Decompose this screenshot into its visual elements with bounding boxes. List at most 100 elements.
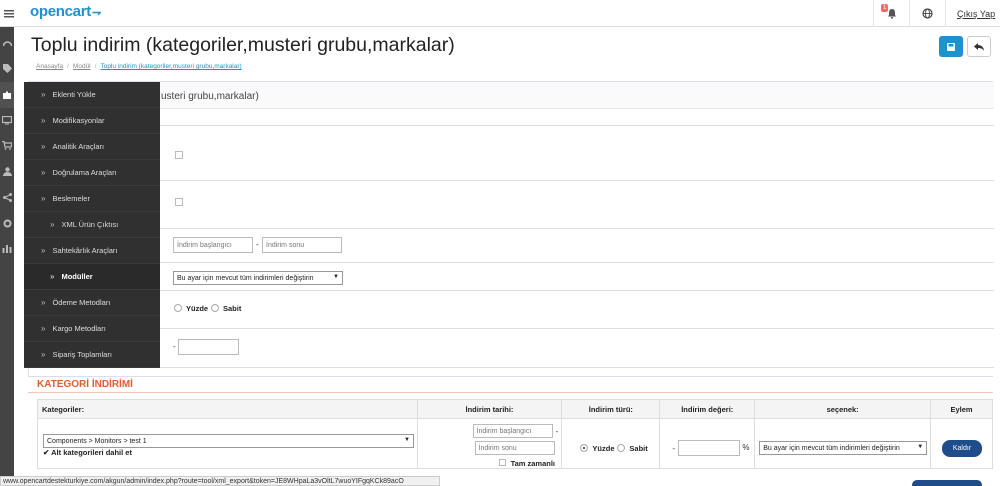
globe-icon: [922, 8, 933, 19]
column-header: Eylem: [930, 399, 993, 419]
remove-button[interactable]: Kaldır: [942, 440, 983, 457]
menu-item-order-totals[interactable]: » Sipariş Toplamları: [24, 342, 160, 368]
replace-discount-select-value: Bu ayar için mevcut tüm indirimleri deği…: [177, 274, 314, 282]
percent-radio[interactable]: [174, 304, 182, 312]
double-chevron-right-icon: »: [41, 142, 46, 151]
settings-panel: usteri grubu,markalar) İndirim başlangıc…: [28, 81, 994, 377]
notification-badge: 1: [881, 4, 889, 12]
row-option-select-value: Bu ayar için mevcut tüm indirimleri deği…: [763, 444, 900, 452]
caret-down-icon: ▼: [917, 444, 924, 450]
user-icon[interactable]: [2, 166, 12, 176]
date-end-input[interactable]: İndirim sonu: [262, 237, 342, 253]
menu-item-label: Doğrulama Araçları: [52, 168, 117, 177]
menu-item-xml-export[interactable]: » XML Ürün Çıktısı: [24, 212, 160, 238]
customer-group-checkbox[interactable]: [175, 198, 183, 206]
back-button[interactable]: [967, 36, 991, 57]
menu-item-label: Beslemeler: [52, 194, 90, 203]
full-time-checkbox[interactable]: [498, 459, 506, 466]
double-chevron-right-icon: »: [50, 272, 55, 281]
store-front-button[interactable]: [909, 0, 945, 27]
category-discount-table: Kategoriler: İndirim tarihi: İndirim tür…: [37, 399, 993, 469]
type-cell: Yüzde Sabit: [561, 418, 661, 469]
menu-item-shipping[interactable]: » Kargo Metodları: [24, 316, 160, 342]
breadcrumb-current[interactable]: Toplu indirim (kategoriler,musteri grubu…: [100, 63, 241, 70]
include-subcategories-label: Alt kategorileri dahil et: [51, 448, 132, 457]
row-discount-value-input[interactable]: [678, 440, 741, 456]
menu-item-label: Sipariş Toplamları: [52, 350, 112, 359]
extensions-flyout-menu: » Eklenti Yükle » Modifikasyonlar » Analiti…: [24, 82, 160, 368]
shopping-cart-icon[interactable]: [2, 140, 12, 150]
add-button[interactable]: [912, 480, 982, 486]
category-discount-title: KATEGORİ İNDİRİMİ: [37, 379, 133, 390]
row-date-end-input[interactable]: İndirim sonu: [474, 441, 555, 455]
date-start-input[interactable]: İndirim başlangıcı: [173, 237, 253, 253]
divider: [29, 290, 994, 291]
status-checkbox[interactable]: [175, 151, 183, 159]
column-header: İndirim türü:: [561, 399, 661, 419]
value-cell: - %: [659, 418, 756, 469]
menu-item-payments[interactable]: » Ödeme Metodları: [24, 290, 160, 316]
option-cell: Bu ayar için mevcut tüm indirimleri deği…: [754, 418, 932, 469]
sidebar-icon-column: [0, 27, 14, 486]
menu-item-label: Modüller: [61, 272, 93, 281]
column-header: seçenek:: [754, 399, 932, 419]
notifications-button[interactable]: 1: [873, 0, 909, 27]
menu-item-label: Ödeme Metodları: [52, 298, 111, 307]
menu-item-captcha[interactable]: » Doğrulama Araçları: [24, 160, 160, 186]
row-value-prefix: -: [672, 444, 675, 453]
opencart-logo[interactable]: opencart⇁: [30, 3, 101, 20]
category-select[interactable]: Components > Monitors > test 1 ▼: [43, 434, 414, 448]
share-icon[interactable]: [2, 192, 12, 202]
row-percent-radio[interactable]: [580, 444, 589, 452]
menu-item-analytics[interactable]: » Analitik Araçları: [24, 134, 160, 160]
row-fixed-radio[interactable]: [617, 444, 626, 452]
double-chevron-right-icon: »: [41, 324, 46, 333]
category-select-value: Components > Monitors > test 1: [47, 437, 147, 445]
table-row: Components > Monitors > test 1 ▼ ✔ Alt k…: [37, 418, 993, 469]
column-header: İndirim tarihi:: [416, 399, 563, 419]
menu-item-fraud[interactable]: » Sahtekârlık Araçları: [24, 238, 160, 264]
double-chevron-right-icon: »: [50, 220, 55, 229]
menu-item-label: XML Ürün Çıktısı: [61, 220, 119, 229]
floppy-disk-icon: [947, 42, 955, 51]
browser-status-url: www.opencartdestekturkiye.com/akgun/admi…: [0, 476, 440, 486]
menu-item-modifications[interactable]: » Modifikasyonlar: [24, 108, 160, 134]
table-header-row: Kategoriler: İndirim tarihi: İndirim tür…: [37, 399, 993, 419]
row-date-start-input[interactable]: İndirim başlangıcı: [472, 424, 553, 438]
double-chevron-right-icon: »: [41, 168, 46, 177]
date-cell: İndirim başlangıcı - İndirim sonu Tam za…: [416, 418, 563, 469]
double-chevron-right-icon: »: [41, 116, 46, 125]
double-chevron-right-icon: »: [41, 90, 46, 99]
logout-link[interactable]: Çıkış Yap: [945, 0, 1000, 27]
gear-icon[interactable]: [2, 218, 12, 228]
cart-icon: ⇁: [91, 7, 101, 19]
save-button[interactable]: [939, 36, 963, 57]
fixed-radio[interactable]: [211, 304, 219, 312]
monitor-icon[interactable]: [2, 115, 12, 125]
reply-icon: [974, 42, 984, 51]
menu-item-label: Kargo Metodları: [52, 324, 106, 333]
logo-text: opencart: [30, 3, 91, 20]
page-title: Toplu indirim (kategoriler,musteri grubu…: [31, 34, 455, 56]
include-subcategories-checkbox[interactable]: ✔ Alt kategorileri dahil et: [43, 448, 132, 457]
menu-item-install-extension[interactable]: » Eklenti Yükle: [24, 82, 160, 108]
breadcrumb-home[interactable]: Anasayfa: [36, 63, 63, 70]
percent-label: Yüzde: [186, 304, 209, 313]
row-date-separator: -: [555, 427, 559, 436]
value-prefix: -: [173, 342, 176, 351]
menu-item-modules[interactable]: » Modüller: [24, 264, 160, 290]
check-icon: ✔: [43, 448, 50, 457]
menu-toggle-button[interactable]: [0, 0, 18, 27]
puzzle-icon[interactable]: [0, 82, 14, 108]
menu-item-feeds[interactable]: » Beslemeler: [24, 186, 160, 212]
category-cell: Components > Monitors > test 1 ▼ ✔ Alt k…: [37, 418, 418, 469]
bar-chart-icon[interactable]: [2, 243, 12, 253]
tag-icon[interactable]: [2, 63, 12, 73]
breadcrumb-module[interactable]: Modül: [73, 63, 91, 70]
dashboard-icon[interactable]: [2, 38, 12, 48]
replace-discount-select[interactable]: Bu ayar için mevcut tüm indirimleri deği…: [173, 271, 343, 285]
discount-value-input[interactable]: [178, 339, 239, 355]
divider: [29, 180, 994, 181]
row-option-select[interactable]: Bu ayar için mevcut tüm indirimleri deği…: [759, 441, 928, 455]
divider: [29, 125, 994, 126]
